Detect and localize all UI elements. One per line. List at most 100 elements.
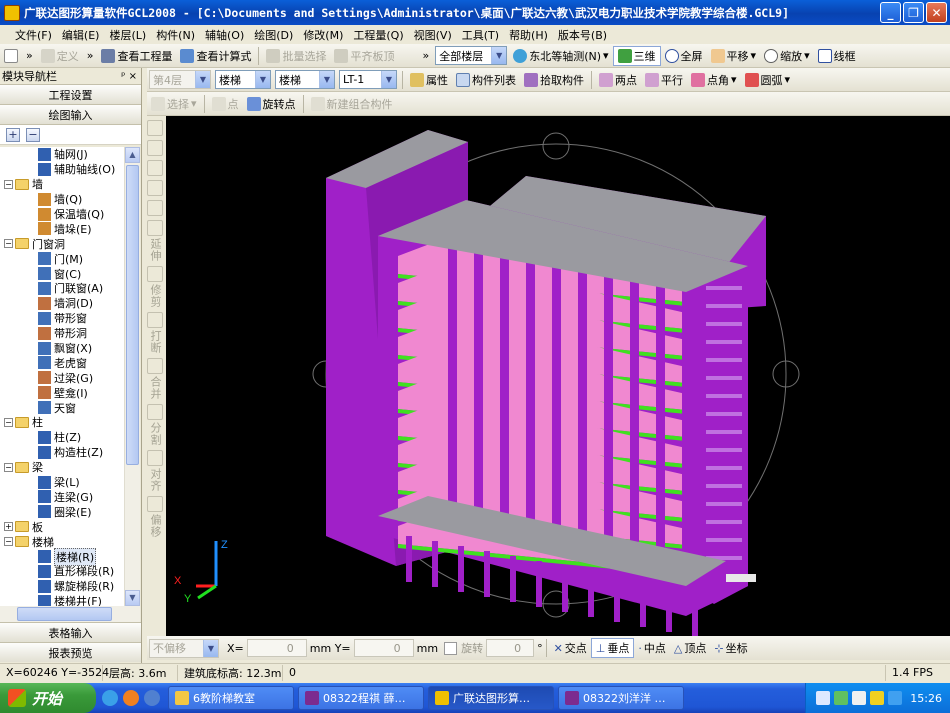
trim-icon[interactable]: [147, 266, 163, 282]
overflow-chevron-3[interactable]: »: [418, 46, 433, 66]
break-label[interactable]: 打断: [147, 330, 163, 354]
tab-report-preview[interactable]: 报表预览: [0, 642, 141, 662]
select-button[interactable]: 选择 ▾: [147, 94, 201, 114]
menu-item-1[interactable]: 编辑(E): [57, 27, 105, 43]
define-button[interactable]: 定义: [37, 46, 83, 66]
tree-horizontal-scrollbar[interactable]: [0, 606, 140, 622]
tree-item[interactable]: 楼梯(R): [0, 547, 124, 566]
tree-item[interactable]: 天窗: [0, 400, 124, 415]
move-icon[interactable]: [147, 180, 163, 196]
tree-item[interactable]: 墙洞(D): [0, 296, 124, 311]
tree-item[interactable]: 门(M): [0, 251, 124, 266]
expand-icon[interactable]: +: [4, 522, 13, 532]
scroll-thumb-h[interactable]: [17, 607, 112, 621]
rotate-icon[interactable]: [147, 200, 163, 216]
rotate-checkbox[interactable]: [444, 641, 458, 655]
extend-label[interactable]: 延伸: [147, 238, 163, 262]
collapse-icon[interactable]: −: [4, 179, 13, 189]
offset-icon[interactable]: [147, 496, 163, 512]
merge-label[interactable]: 合并: [147, 376, 163, 400]
align-label[interactable]: 对齐: [147, 468, 163, 492]
tab-drawing-input[interactable]: 绘图输入: [0, 105, 141, 125]
offset-mode-select[interactable]: 不偏移 ▼: [149, 638, 219, 658]
split-label[interactable]: 分割: [147, 422, 163, 446]
tree-folder[interactable]: − 门窗洞: [0, 236, 124, 251]
taskbar-button[interactable]: 6教阶梯教室: [168, 686, 294, 710]
scroll-down-icon[interactable]: ▼: [125, 590, 140, 606]
tree-folder[interactable]: − 梁: [0, 460, 124, 475]
tree-item[interactable]: 飘窗(X): [0, 341, 124, 356]
parallel-button[interactable]: 平行: [641, 70, 687, 90]
tree-item[interactable]: 墙垛(E): [0, 221, 124, 236]
menu-item-9[interactable]: 工具(T): [457, 27, 504, 43]
restore-button[interactable]: ❐: [903, 2, 924, 23]
split-icon[interactable]: [147, 404, 163, 420]
floor-range-select[interactable]: 全部楼层 ▼: [435, 46, 508, 65]
brush-icon[interactable]: [147, 120, 163, 136]
start-button[interactable]: 开始: [0, 683, 96, 713]
view-3d-button[interactable]: 三维: [612, 45, 661, 66]
point-angle-button[interactable]: 点角 ▾: [687, 70, 741, 90]
minimize-button[interactable]: _: [880, 2, 901, 23]
keyboard-icon[interactable]: [816, 691, 831, 705]
tree-item[interactable]: 直形梯段(R): [0, 564, 124, 579]
security-icon[interactable]: [888, 691, 903, 705]
extend-icon[interactable]: [147, 220, 163, 236]
trim-label[interactable]: 修剪: [147, 284, 163, 308]
point-button[interactable]: 点: [208, 94, 243, 114]
close-button[interactable]: ✕: [926, 2, 947, 23]
snap-vertex-button[interactable]: △ 顶点: [670, 638, 710, 658]
new-file-button[interactable]: [0, 46, 22, 66]
collapse-icon[interactable]: −: [4, 239, 13, 249]
pin-close-icon[interactable]: ᵖ ×: [121, 71, 137, 82]
new-combo-button[interactable]: 新建组合构件: [307, 94, 397, 114]
menu-item-0[interactable]: 文件(F): [10, 27, 57, 43]
collapse-icon[interactable]: −: [4, 417, 13, 427]
snap-midpoint-button[interactable]: · 中点: [634, 638, 670, 658]
tree-item[interactable]: 老虎窗: [0, 355, 124, 370]
orbit-handle-top[interactable]: [542, 132, 570, 160]
menu-item-4[interactable]: 辅轴(O): [200, 27, 249, 43]
menu-item-5[interactable]: 绘图(D): [249, 27, 298, 43]
tree-item[interactable]: 螺旋梯段(R): [0, 579, 124, 594]
collapse-all-icon[interactable]: −: [26, 127, 40, 142]
x-input[interactable]: 0: [246, 639, 307, 657]
snap-coordinate-button[interactable]: ⊹ 坐标: [710, 638, 751, 658]
align-icon[interactable]: [147, 450, 163, 466]
tab-table-input[interactable]: 表格输入: [0, 622, 141, 642]
category-select[interactable]: 楼梯 ▼: [215, 70, 271, 89]
snap-perpendicular-button[interactable]: ⊥ 垂点: [590, 638, 635, 658]
y-input[interactable]: 0: [353, 639, 414, 657]
scroll-up-icon[interactable]: ▲: [125, 147, 140, 163]
fullscreen-button[interactable]: 全屏: [661, 46, 707, 66]
rotate-point-button[interactable]: 旋转点: [243, 94, 300, 114]
tree-item[interactable]: 圈梁(E): [0, 504, 124, 519]
two-points-button[interactable]: 两点: [595, 70, 641, 90]
tree-folder[interactable]: − 柱: [0, 415, 124, 430]
menu-item-7[interactable]: 工程量(Q): [348, 27, 408, 43]
copy-icon[interactable]: [147, 140, 163, 156]
menu-item-3[interactable]: 构件(N): [151, 27, 200, 43]
tree-folder[interactable]: + 板: [0, 519, 124, 534]
expand-all-icon[interactable]: +: [6, 127, 20, 142]
tree-folder[interactable]: − 墙: [0, 177, 124, 192]
menu-item-8[interactable]: 视图(V): [409, 27, 457, 43]
tree-item[interactable]: 楼梯井(F): [0, 594, 124, 606]
tree-item[interactable]: 辅助轴线(O): [0, 162, 124, 177]
component-list-button[interactable]: 构件列表: [452, 70, 520, 90]
antivirus-icon[interactable]: [870, 691, 885, 705]
type-select[interactable]: 楼梯 ▼: [275, 70, 335, 89]
collapse-icon[interactable]: −: [4, 462, 13, 472]
floor-select[interactable]: 第4层 ▼: [149, 70, 211, 89]
tree-item[interactable]: 梁(L): [0, 475, 124, 490]
tree-item[interactable]: 门联窗(A): [0, 281, 124, 296]
tab-project-settings[interactable]: 工程设置: [0, 85, 141, 105]
tree-item[interactable]: 保温墙(Q): [0, 207, 124, 222]
rotate-input[interactable]: 0: [486, 639, 535, 657]
view-formula-button[interactable]: 查看计算式: [176, 46, 255, 66]
tree-vertical-scrollbar[interactable]: ▲ ▼: [124, 147, 140, 606]
align-top-button[interactable]: 平齐板顶: [330, 46, 398, 66]
taskbar-button[interactable]: 08322刘洋洋 …: [558, 686, 684, 710]
menu-item-6[interactable]: 修改(M): [298, 27, 348, 43]
tree-item[interactable]: 墙(Q): [0, 192, 124, 207]
